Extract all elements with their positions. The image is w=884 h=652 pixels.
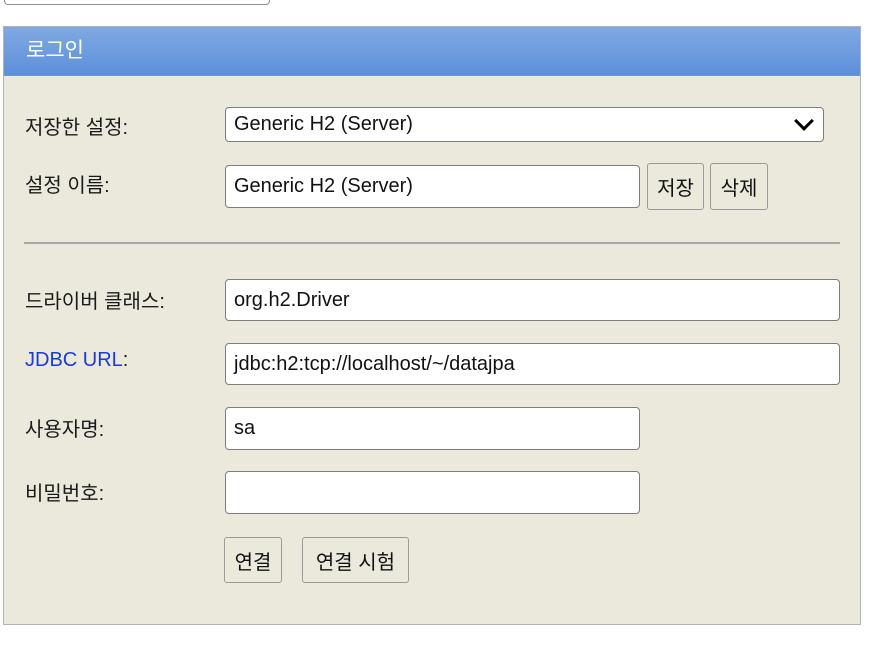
jdbc-url-input[interactable]: jdbc:h2:tcp://localhost/~/datajpa <box>225 343 840 385</box>
divider <box>24 242 840 244</box>
save-setting-button[interactable]: 저장 <box>647 163 704 210</box>
login-panel: 로그인 저장한 설정: Generic H2 (Server) 설정 이름: G… <box>3 26 861 625</box>
username-value: sa <box>234 417 256 439</box>
test-connection-button[interactable]: 연결 시험 <box>302 537 409 583</box>
chevron-down-icon <box>794 111 814 131</box>
panel-title: 로그인 <box>26 39 84 62</box>
panel-header: 로그인 <box>4 27 860 76</box>
saved-settings-value: Generic H2 (Server) <box>234 113 413 135</box>
previous-control-edge <box>4 0 270 5</box>
password-label: 비밀번호: <box>25 483 105 505</box>
jdbc-url-help-link[interactable]: JDBC URL <box>25 349 123 371</box>
setting-name-label: 설정 이름: <box>25 175 110 197</box>
jdbc-url-label: JDBC URL: <box>25 349 128 372</box>
connect-button[interactable]: 연결 <box>224 537 282 583</box>
setting-name-input[interactable]: Generic H2 (Server) <box>225 165 640 208</box>
username-label: 사용자명: <box>25 419 105 441</box>
driver-class-input[interactable]: org.h2.Driver <box>225 279 840 321</box>
saved-settings-select[interactable]: Generic H2 (Server) <box>225 107 824 142</box>
driver-class-value: org.h2.Driver <box>234 288 350 311</box>
jdbc-url-value: jdbc:h2:tcp://localhost/~/datajpa <box>234 352 515 375</box>
driver-class-label: 드라이버 클래스: <box>25 291 165 313</box>
password-input[interactable] <box>225 471 640 514</box>
username-input[interactable]: sa <box>225 407 640 450</box>
setting-name-value: Generic H2 (Server) <box>234 175 413 197</box>
jdbc-url-label-suffix: : <box>122 349 129 371</box>
delete-setting-button[interactable]: 삭제 <box>710 163 768 210</box>
saved-settings-label: 저장한 설정: <box>25 117 129 139</box>
